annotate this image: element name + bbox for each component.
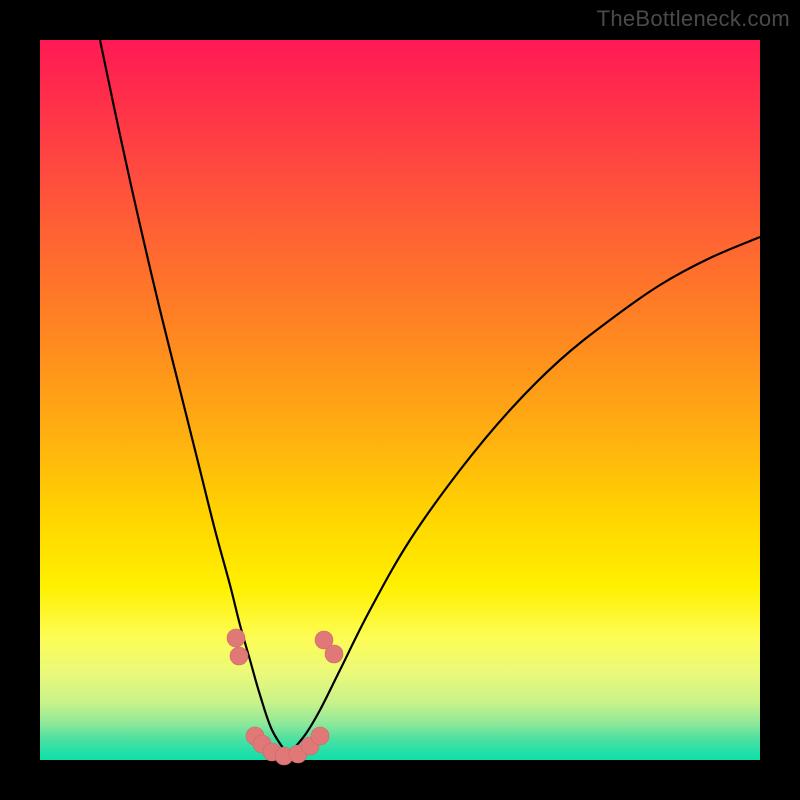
curves-layer (40, 40, 760, 760)
marker-point (227, 629, 245, 647)
curve-right-branch (288, 237, 760, 755)
marker-point (311, 727, 329, 745)
plot-area (40, 40, 760, 760)
marker-point (325, 645, 343, 663)
chart-frame: TheBottleneck.com (0, 0, 800, 800)
marker-point (230, 647, 248, 665)
curve-left-branch (100, 40, 288, 755)
watermark-text: TheBottleneck.com (597, 6, 790, 32)
